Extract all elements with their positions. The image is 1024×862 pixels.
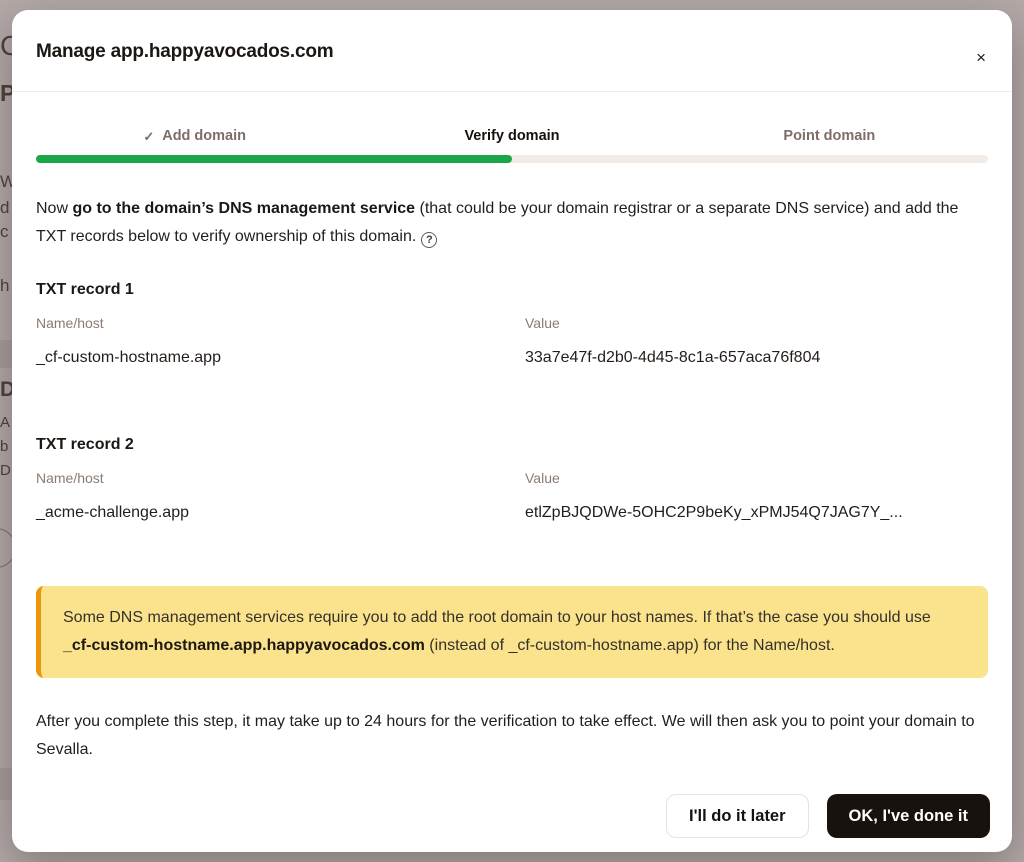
txt-record-2-value: etlZpBJQDWe-5OHC2P9beKy_xPMJ54Q7JAG7Y_..… [525, 504, 988, 522]
instructions-text-pre: Now [36, 200, 72, 217]
step-add-domain: ✓ Add domain [36, 128, 353, 144]
step-verify-domain: Verify domain [353, 128, 670, 144]
done-button[interactable]: OK, I've done it [827, 794, 990, 838]
step-label: Point domain [783, 128, 875, 144]
dialog-title: Manage app.happyavocados.com [36, 41, 988, 63]
txt-record-2: TXT record 2 Name/host Value _acme-chall… [36, 436, 988, 522]
background-text-fragment: D [0, 462, 11, 479]
background-text-fragment: A [0, 414, 10, 431]
txt-record-2-name: _acme-challenge.app [36, 504, 525, 522]
background-band [0, 340, 12, 368]
value-label: Value [525, 315, 988, 331]
txt-record-1-value: 33a7e47f-d2b0-4d45-8c1a-657aca76f804 [525, 349, 988, 367]
notice-text-post: (instead of _cf-custom-hostname.app) for… [425, 637, 835, 654]
do-it-later-button[interactable]: I'll do it later [666, 794, 809, 838]
name-host-label: Name/host [36, 315, 525, 331]
instructions-text: Now go to the domain’s DNS management se… [36, 195, 988, 251]
step-point-domain: Point domain [671, 128, 988, 144]
progress-bar-track [36, 155, 988, 163]
help-icon[interactable]: ? [421, 232, 437, 248]
verification-note: After you complete this step, it may tak… [36, 708, 988, 764]
progress-bar-fill [36, 155, 512, 163]
background-text-fragment: h [0, 276, 9, 296]
step-label: Add domain [162, 128, 246, 144]
step-label: Verify domain [464, 128, 559, 144]
dialog-footer: I'll do it later OK, I've done it [34, 794, 990, 838]
txt-record-1-title: TXT record 1 [36, 281, 988, 299]
background-text-fragment: c [0, 222, 9, 242]
background-text-fragment: d [0, 198, 9, 218]
root-domain-notice: Some DNS management services require you… [36, 586, 988, 678]
background-text-fragment: b [0, 438, 8, 455]
dialog-header: Manage app.happyavocados.com × [12, 10, 1012, 92]
txt-record-1-name: _cf-custom-hostname.app [36, 349, 525, 367]
value-label: Value [525, 470, 988, 486]
txt-record-2-title: TXT record 2 [36, 436, 988, 454]
notice-text-pre: Some DNS management services require you… [63, 609, 931, 626]
close-icon[interactable]: × [976, 49, 986, 66]
name-host-label: Name/host [36, 470, 525, 486]
txt-record-1: TXT record 1 Name/host Value _cf-custom-… [36, 281, 988, 367]
instructions-text-bold: go to the domain’s DNS management servic… [72, 200, 415, 217]
notice-text-bold: _cf-custom-hostname.app.happyavocados.co… [63, 637, 425, 654]
check-icon: ✓ [143, 130, 154, 143]
step-indicator: ✓ Add domain Verify domain Point domain [36, 128, 988, 144]
background-band [0, 768, 12, 800]
manage-domain-dialog: Manage app.happyavocados.com × ✓ Add dom… [12, 10, 1012, 852]
